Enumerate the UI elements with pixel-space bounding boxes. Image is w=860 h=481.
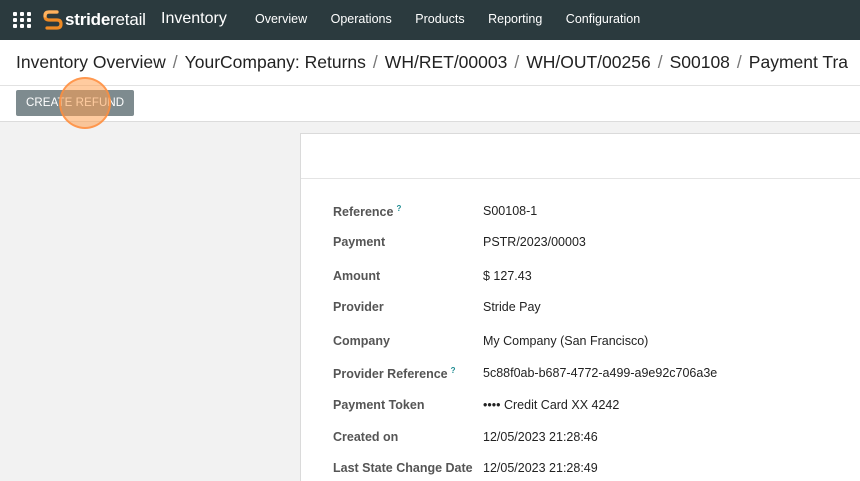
field-created-on: Created on 12/05/2023 21:28:46: [333, 430, 860, 448]
field-provider: Provider Stride Pay: [333, 300, 860, 318]
field-value: S00108-1: [483, 204, 538, 218]
breadcrumb-returns[interactable]: YourCompany: Returns: [185, 52, 366, 73]
field-label: Last State Change Date: [333, 461, 473, 475]
create-refund-button[interactable]: CREATE REFUND: [16, 90, 135, 116]
menu-overview[interactable]: Overview: [255, 12, 307, 26]
brand-name: strideretail: [65, 10, 146, 29]
form-sheet: Reference? S00108-1 Payment PSTR/2023/00…: [300, 133, 860, 481]
breadcrumb-bar: Inventory Overview / YourCompany: Return…: [0, 40, 860, 86]
breadcrumb-separator: /: [172, 52, 178, 72]
field-label: Provider Reference?: [333, 366, 456, 382]
sheet-header: [301, 134, 860, 179]
control-panel: CREATE REFUND: [0, 86, 860, 122]
apps-grid-icon[interactable]: [13, 12, 31, 28]
field-value[interactable]: Stride Pay: [483, 300, 541, 314]
field-value[interactable]: •••• Credit Card XX 4242: [483, 398, 619, 412]
field-label: Reference?: [333, 204, 402, 220]
field-label: Company: [333, 334, 390, 348]
app-title[interactable]: Inventory: [161, 10, 227, 28]
field-payment: Payment PSTR/2023/00003: [333, 235, 860, 253]
breadcrumb-separator: /: [736, 52, 742, 72]
field-value: 5c88f0ab-b687-4772-a499-a9e92c706a3e: [483, 366, 718, 380]
breadcrumb-out-picking[interactable]: WH/OUT/00256: [526, 52, 650, 73]
field-payment-token: Payment Token •••• Credit Card XX 4242: [333, 398, 860, 416]
help-tooltip-icon[interactable]: ?: [396, 204, 401, 213]
field-value: 12/05/2023 21:28:49: [483, 461, 598, 475]
menu-operations[interactable]: Operations: [331, 12, 392, 26]
breadcrumb-separator: /: [514, 52, 520, 72]
field-last-state-change: Last State Change Date 12/05/2023 21:28:…: [333, 461, 860, 479]
stride-logo-icon: [43, 10, 63, 30]
menu-reporting[interactable]: Reporting: [488, 12, 542, 26]
field-label: Payment: [333, 235, 386, 249]
breadcrumb-inventory-overview[interactable]: Inventory Overview: [16, 52, 166, 73]
field-value: $ 127.43: [483, 269, 532, 283]
field-label: Payment Token: [333, 398, 425, 412]
field-provider-reference: Provider Reference? 5c88f0ab-b687-4772-a…: [333, 366, 860, 384]
breadcrumb-sale-order[interactable]: S00108: [670, 52, 730, 73]
field-value: 12/05/2023 21:28:46: [483, 430, 598, 444]
breadcrumb-separator: /: [372, 52, 378, 72]
brand-logo[interactable]: strideretail: [43, 9, 146, 31]
breadcrumb: Inventory Overview / YourCompany: Return…: [16, 52, 848, 73]
field-label: Created on: [333, 430, 399, 444]
main-menu: Overview Operations Products Reporting C…: [255, 12, 664, 26]
menu-products[interactable]: Products: [415, 12, 464, 26]
breadcrumb-separator: /: [657, 52, 663, 72]
field-value[interactable]: PSTR/2023/00003: [483, 235, 586, 249]
breadcrumb-current-page: Payment Tra: [748, 52, 849, 72]
field-label: Provider: [333, 300, 384, 314]
field-amount: Amount $ 127.43: [333, 269, 860, 287]
breadcrumb-return-picking[interactable]: WH/RET/00003: [385, 52, 508, 73]
field-reference: Reference? S00108-1: [333, 204, 860, 222]
menu-configuration[interactable]: Configuration: [566, 12, 640, 26]
field-value[interactable]: My Company (San Francisco): [483, 334, 648, 348]
field-company: Company My Company (San Francisco): [333, 334, 860, 352]
field-label: Amount: [333, 269, 381, 283]
top-navbar: strideretail Inventory Overview Operatio…: [0, 0, 860, 40]
help-tooltip-icon[interactable]: ?: [451, 366, 456, 375]
